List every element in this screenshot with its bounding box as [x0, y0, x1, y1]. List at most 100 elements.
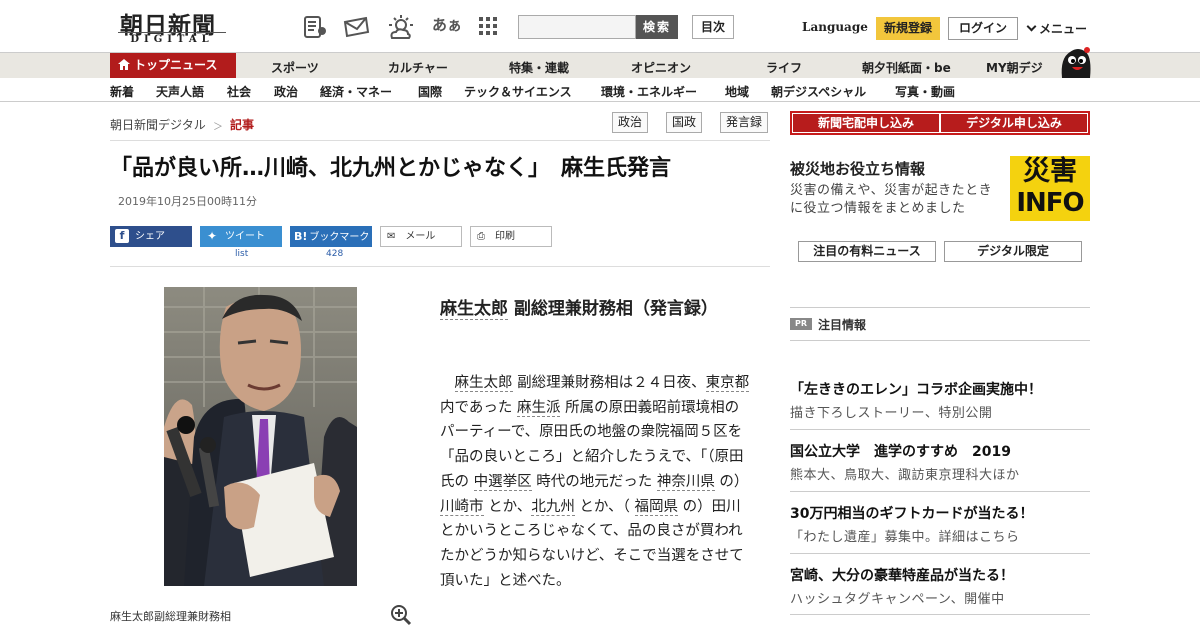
digital-only-button[interactable]: デジタル限定: [944, 241, 1082, 262]
paid-news-button[interactable]: 注目の有料ニュース: [798, 241, 936, 262]
body-text: 副総理兼財務相は２４日夜、: [512, 375, 706, 391]
nav-top-news[interactable]: トップニュース: [110, 53, 236, 78]
breadcrumb-home[interactable]: 朝日新聞デジタル: [110, 116, 206, 133]
keyword-link[interactable]: 福岡県: [634, 498, 679, 516]
nav-photo-video[interactable]: 写真・動画: [895, 83, 955, 100]
divider: [790, 307, 1090, 308]
keyword-link[interactable]: 神奈川県: [656, 473, 715, 491]
tag-politics[interactable]: 政治: [612, 112, 649, 133]
chevron-down-icon: [1026, 21, 1037, 32]
nav-politics[interactable]: 政治: [274, 83, 298, 100]
article-body: 麻生太郎 副総理兼財務相は２４日夜、東京都 内であった 麻生派 所属の原田義昭前…: [440, 371, 750, 593]
keyword-link[interactable]: 中選挙区: [473, 473, 532, 491]
hatena-count[interactable]: 428: [326, 249, 343, 259]
font-size-icon[interactable]: あぁ: [432, 14, 462, 40]
divider: [790, 491, 1090, 492]
newspaper-icon[interactable]: [302, 14, 328, 40]
facebook-icon: f: [115, 229, 129, 243]
zoom-icon[interactable]: [390, 604, 412, 626]
keyword-link[interactable]: 東京都: [705, 375, 750, 392]
menu-button[interactable]: メニュー: [1026, 20, 1087, 37]
pr-item-title[interactable]: 宮崎、大分の豪華特産品が当たる！: [790, 565, 1014, 585]
pr-item-title[interactable]: 国公立大学 進学のすすめ 2019: [790, 441, 1011, 461]
mail-share-button[interactable]: ✉ メール: [380, 226, 462, 247]
twitter-icon: ✦: [206, 229, 218, 243]
nav-opinion[interactable]: オピニオン: [631, 59, 691, 76]
body-text: の）: [714, 473, 749, 490]
nav-local[interactable]: 地域: [725, 83, 749, 100]
pr-item-subtitle: 描き下ろしストーリー、特別公開: [790, 406, 993, 421]
mail-share-label: メール: [405, 231, 436, 242]
breadcrumb-current: 記事: [230, 118, 255, 132]
primary-nav: トップニュース スポーツ カルチャー 特集・連載 オピニオン ライフ 朝夕刊紙面…: [0, 47, 1200, 78]
tag-national-politics[interactable]: 国政: [666, 112, 703, 133]
nav-top-news-label: トップニュース: [134, 58, 218, 72]
printer-icon: ⎙: [477, 231, 485, 242]
search-button[interactable]: 検索: [636, 15, 678, 39]
nav-my-asadigi[interactable]: MY朝デジ: [986, 59, 1043, 76]
register-button[interactable]: 新規登録: [876, 17, 940, 40]
envelope-icon: ✉: [387, 231, 396, 242]
twitter-count[interactable]: list: [235, 249, 248, 259]
grid-menu-icon[interactable]: [478, 16, 504, 42]
twitter-share-button[interactable]: ✦ ツイート: [200, 226, 282, 247]
keyword-link[interactable]: 麻生派: [516, 399, 561, 417]
pr-item-subtitle: 「わたし遺産」募集中。詳細はこちら: [790, 530, 1020, 545]
divider: [790, 429, 1090, 430]
disaster-badge-bottom: INFO: [1016, 188, 1084, 218]
divider: [790, 553, 1090, 554]
toc-button[interactable]: 目次: [692, 15, 734, 39]
print-label: 印刷: [495, 231, 515, 242]
nav-life[interactable]: ライフ: [766, 59, 802, 76]
disaster-info-title[interactable]: 被災地お役立ち情報: [790, 158, 925, 179]
divider: [110, 140, 770, 141]
body-text: とか、: [483, 498, 532, 515]
print-button[interactable]: ⎙ 印刷: [470, 226, 552, 247]
article-photo[interactable]: [164, 287, 357, 586]
article-date: 2019年10月25日00時11分: [118, 195, 257, 208]
body-text: 時代の地元だった: [531, 473, 657, 490]
nav-tenseijingo[interactable]: 天声人語: [156, 83, 204, 100]
weather-icon[interactable]: [386, 14, 416, 40]
nav-society[interactable]: 社会: [227, 83, 251, 100]
disaster-info-banner[interactable]: 災害 INFO: [1010, 156, 1090, 221]
nav-latest[interactable]: 新着: [110, 83, 134, 100]
tag-remarks[interactable]: 発言録: [720, 112, 769, 133]
mail-icon[interactable]: [342, 14, 372, 40]
lead-text: 副総理兼財務相（発言録）: [508, 299, 718, 319]
article-title: 「品が良い所…川崎、北九州とかじゃなく」 麻生氏発言: [110, 156, 672, 181]
nav-features[interactable]: 特集・連載: [509, 59, 569, 76]
nav-tech-science[interactable]: テック＆サイエンス: [464, 83, 572, 100]
subscribe-paper-button[interactable]: 新聞宅配申し込み: [793, 114, 939, 132]
hatena-bookmark-button[interactable]: B! ブックマーク: [290, 226, 372, 247]
site-header: 朝日新聞 DIGITAL あぁ 検索 目次 Language 新規登録 ログイン…: [0, 0, 1200, 52]
nav-environment[interactable]: 環境・エネルギー: [601, 83, 697, 100]
photo-caption: 麻生太郎副総理兼財務相: [110, 610, 231, 623]
nav-culture[interactable]: カルチャー: [388, 59, 448, 76]
keyword-link[interactable]: 川崎市: [440, 498, 484, 516]
nav-economy[interactable]: 経済・マネー: [320, 83, 392, 100]
facebook-share-button[interactable]: f シェア: [110, 226, 192, 247]
home-icon: [118, 54, 130, 70]
subscribe-digital-button[interactable]: デジタル申し込み: [941, 114, 1087, 132]
twitter-share-label: ツイート: [225, 231, 265, 242]
keyword-link[interactable]: 北九州: [531, 498, 575, 516]
language-link[interactable]: Language: [802, 20, 868, 34]
pr-item-subtitle: ハッシュタグキャンペーン、開催中: [790, 592, 1005, 607]
keyword-link[interactable]: 麻生太郎: [440, 299, 508, 320]
search-input[interactable]: [518, 15, 636, 39]
pr-item-title[interactable]: 30万円相当のギフトカードが当たる！: [790, 503, 1033, 523]
nav-paper[interactable]: 朝夕刊紙面・be: [862, 59, 951, 76]
login-button[interactable]: ログイン: [948, 17, 1018, 40]
divider: [110, 266, 770, 267]
mascot-icon[interactable]: [1058, 44, 1092, 80]
pr-section-title: 注目情報: [818, 318, 867, 332]
nav-international[interactable]: 国際: [418, 83, 442, 100]
nav-sports[interactable]: スポーツ: [271, 59, 319, 76]
hatena-bookmark-label: ブックマーク: [309, 232, 370, 243]
nav-special[interactable]: 朝デジスペシャル: [771, 83, 866, 100]
keyword-link[interactable]: 麻生太郎: [454, 375, 513, 392]
article-lead: 麻生太郎 副総理兼財務相（発言録）: [440, 297, 740, 322]
body-text: とか、（: [574, 498, 635, 515]
pr-item-title[interactable]: 「左ききのエレン」コラボ企画実施中！: [790, 379, 1042, 399]
